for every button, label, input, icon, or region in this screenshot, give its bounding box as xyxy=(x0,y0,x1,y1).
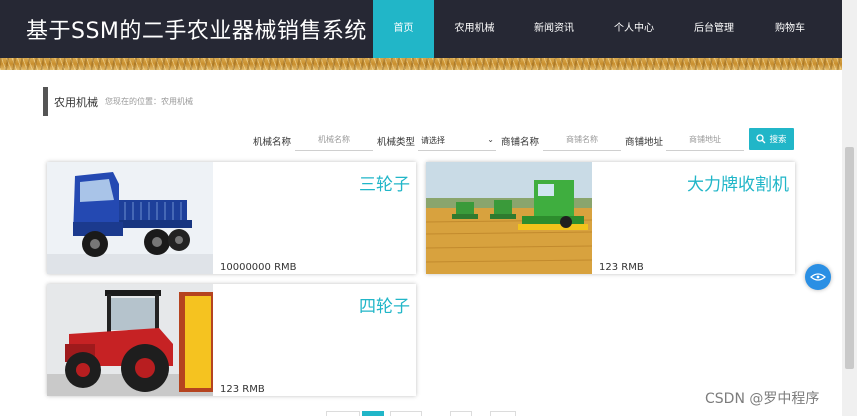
breadcrumb-location: 您现在的位置：农用机械 xyxy=(105,97,193,106)
scrollbar-thumb[interactable] xyxy=(845,147,854,369)
machine-name-label: 机械名称 xyxy=(253,137,292,148)
machine-type-label: 机械类型 xyxy=(377,137,416,148)
product-card[interactable]: 三轮子 10000000 RMB xyxy=(47,162,416,274)
nav-personal-center[interactable]: 个人中心 xyxy=(597,0,671,58)
product-image-tractor[interactable] xyxy=(47,284,213,396)
wheat-banner xyxy=(0,58,842,70)
shop-name-label: 商铺名称 xyxy=(501,137,540,148)
machine-type-select[interactable]: 请选择 ⌄ xyxy=(418,128,496,151)
pagination-next-button[interactable] xyxy=(390,411,422,416)
nav-home[interactable]: 首页 xyxy=(373,0,434,58)
product-name[interactable]: 四轮子 xyxy=(359,292,410,317)
nav-cart[interactable]: 购物车 xyxy=(757,0,823,58)
product-price: 123 RMB xyxy=(220,384,265,395)
search-icon xyxy=(756,134,766,144)
product-name[interactable]: 三轮子 xyxy=(359,170,410,195)
product-price: 123 RMB xyxy=(599,262,644,273)
product-card[interactable]: 大力牌收割机 123 RMB xyxy=(426,162,795,274)
product-card[interactable]: 四轮子 123 RMB xyxy=(47,284,416,396)
product-image-tricycle[interactable] xyxy=(47,162,213,274)
machine-type-value: 请选择 xyxy=(421,136,445,145)
product-name[interactable]: 大力牌收割机 xyxy=(687,170,789,195)
shop-address-label: 商铺地址 xyxy=(625,137,664,148)
main-nav: 首页 农用机械 新闻资讯 个人中心 后台管理 购物车 xyxy=(373,0,823,58)
pagination-page[interactable] xyxy=(450,411,472,416)
chat-icon xyxy=(810,273,826,281)
pagination-prev-button[interactable] xyxy=(326,411,360,416)
nav-farm-machinery[interactable]: 农用机械 xyxy=(438,0,511,58)
nav-admin[interactable]: 后台管理 xyxy=(671,0,757,58)
float-button[interactable] xyxy=(805,264,831,290)
search-button[interactable]: 搜索 xyxy=(749,128,794,150)
product-price: 10000000 RMB xyxy=(220,262,297,273)
pagination-page-current[interactable] xyxy=(362,411,384,416)
pagination-page[interactable] xyxy=(490,411,516,416)
watermark: CSDN @罗中程序 xyxy=(705,391,820,407)
breadcrumb-accent-bar xyxy=(43,87,48,116)
shop-name-input[interactable] xyxy=(543,128,621,151)
chevron-down-icon: ⌄ xyxy=(487,135,494,144)
nav-news[interactable]: 新闻资讯 xyxy=(511,0,597,58)
machine-name-input[interactable] xyxy=(295,128,373,151)
site-header: 基于SSM的二手农业器械销售系统 首页 农用机械 新闻资讯 个人中心 后台管理 … xyxy=(0,0,842,58)
breadcrumb-title: 农用机械 xyxy=(54,96,98,109)
shop-address-input[interactable] xyxy=(666,128,744,151)
product-image-harvester[interactable] xyxy=(426,162,592,274)
site-title: 基于SSM的二手农业器械销售系统 xyxy=(26,19,367,44)
search-button-label: 搜索 xyxy=(769,135,787,145)
